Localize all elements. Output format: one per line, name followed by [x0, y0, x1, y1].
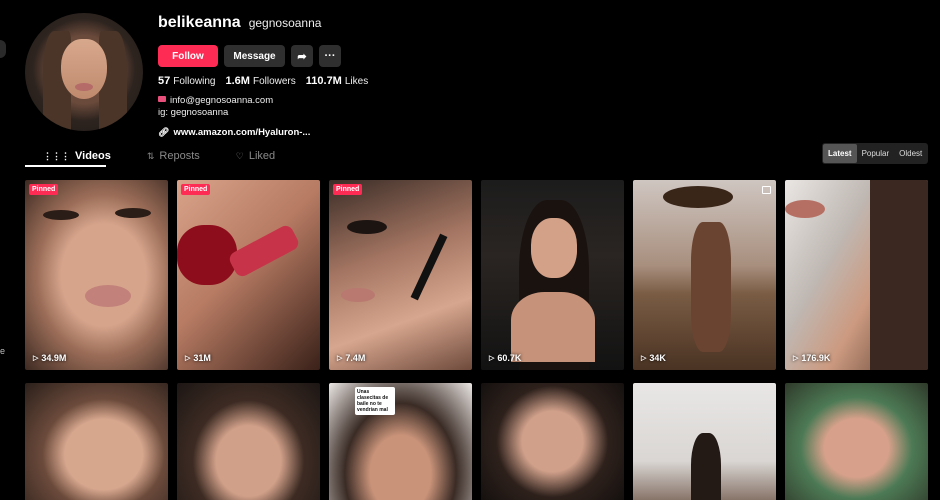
- active-tab-indicator: [25, 165, 106, 167]
- avatar-lips: [75, 83, 93, 91]
- message-button[interactable]: Message: [224, 45, 285, 67]
- pinned-badge: Pinned: [181, 184, 211, 195]
- video-card[interactable]: [785, 383, 928, 500]
- play-icon: ▷: [185, 355, 191, 362]
- view-count: ▷ 34K: [641, 353, 666, 363]
- view-count: ▷ 176.9K: [793, 353, 831, 363]
- follow-button[interactable]: Follow: [158, 45, 218, 67]
- pinned-badge: Pinned: [29, 184, 59, 195]
- tab-reposts[interactable]: ⇅ Reposts: [129, 145, 218, 167]
- username: belikeanna: [158, 14, 241, 31]
- mail-icon: [158, 96, 166, 102]
- followers-stat[interactable]: 1.6M Followers: [226, 75, 296, 87]
- video-card[interactable]: Pinned ▷ 31M: [177, 180, 320, 370]
- pinned-badge: Pinned: [333, 184, 363, 195]
- profile-header: belikeanna gegnosoanna Follow Message ➦ …: [158, 14, 368, 138]
- video-card[interactable]: [481, 383, 624, 500]
- play-icon: ▷: [337, 355, 343, 362]
- heart-icon: ♡: [235, 150, 244, 161]
- bio: info@gegnosoanna.com ig: gegnosoanna: [158, 95, 368, 119]
- bio-link-text: www.amazon.com/Hyaluron-...: [173, 127, 311, 138]
- sidebar-edge-text: e: [0, 346, 6, 356]
- play-icon: ▷: [33, 355, 39, 362]
- share-icon: ➦: [297, 50, 307, 63]
- video-card[interactable]: Pinned ▷ 7.4M: [329, 180, 472, 370]
- tab-videos[interactable]: ⋮⋮⋮ Videos: [25, 145, 129, 167]
- video-card[interactable]: [25, 383, 168, 500]
- avatar[interactable]: [25, 13, 143, 131]
- bio-email: info@gegnosoanna.com: [170, 95, 274, 106]
- share-button[interactable]: ➦: [291, 45, 313, 67]
- video-caption: Unas clasecitas de baile no te vendrían …: [355, 387, 395, 415]
- profile-tabs: ⋮⋮⋮ Videos ⇅ Reposts ♡ Liked: [25, 145, 293, 167]
- video-card[interactable]: [633, 383, 776, 500]
- bio-instagram: ig: gegnosoanna: [158, 107, 229, 118]
- view-count: ▷ 7.4M: [337, 353, 366, 363]
- video-card[interactable]: ▷ 34K: [633, 180, 776, 370]
- repost-icon: ⇅: [146, 150, 155, 161]
- video-grid: Pinned ▷ 34.9M Pinned ▷ 31M Pinned ▷ 7.4M ▷…: [25, 180, 928, 500]
- sort-latest[interactable]: Latest: [823, 144, 857, 163]
- video-card[interactable]: [177, 383, 320, 500]
- video-card[interactable]: Unas clasecitas de baile no te vendrían …: [329, 383, 472, 500]
- view-count: ▷ 31M: [185, 353, 211, 363]
- link-icon: 🔗︎: [158, 127, 170, 137]
- sort-oldest[interactable]: Oldest: [894, 144, 927, 163]
- tab-liked[interactable]: ♡ Liked: [218, 145, 293, 167]
- play-icon: ▷: [641, 355, 647, 362]
- following-stat[interactable]: 57 Following: [158, 75, 216, 87]
- play-icon: ▷: [489, 355, 495, 362]
- bio-link[interactable]: 🔗︎ www.amazon.com/Hyaluron-...: [158, 127, 368, 138]
- collapsed-sidebar-handle[interactable]: [0, 40, 6, 58]
- likes-stat: 110.7M Likes: [305, 75, 369, 87]
- play-icon: ▷: [793, 355, 799, 362]
- grid-icon: ⋮⋮⋮: [43, 150, 70, 161]
- view-count: ▷ 34.9M: [33, 353, 67, 363]
- more-icon: ···: [324, 50, 336, 62]
- video-card[interactable]: ▷ 60.7K: [481, 180, 624, 370]
- sort-popular[interactable]: Popular: [857, 144, 895, 163]
- more-button[interactable]: ···: [319, 45, 341, 67]
- view-count: ▷ 60.7K: [489, 353, 522, 363]
- video-card[interactable]: ▷ 176.9K: [785, 180, 928, 370]
- nickname: gegnosoanna: [248, 16, 322, 30]
- sort-toggle: Latest Popular Oldest: [822, 143, 929, 164]
- video-card[interactable]: Pinned ▷ 34.9M: [25, 180, 168, 370]
- photo-icon: [762, 186, 771, 194]
